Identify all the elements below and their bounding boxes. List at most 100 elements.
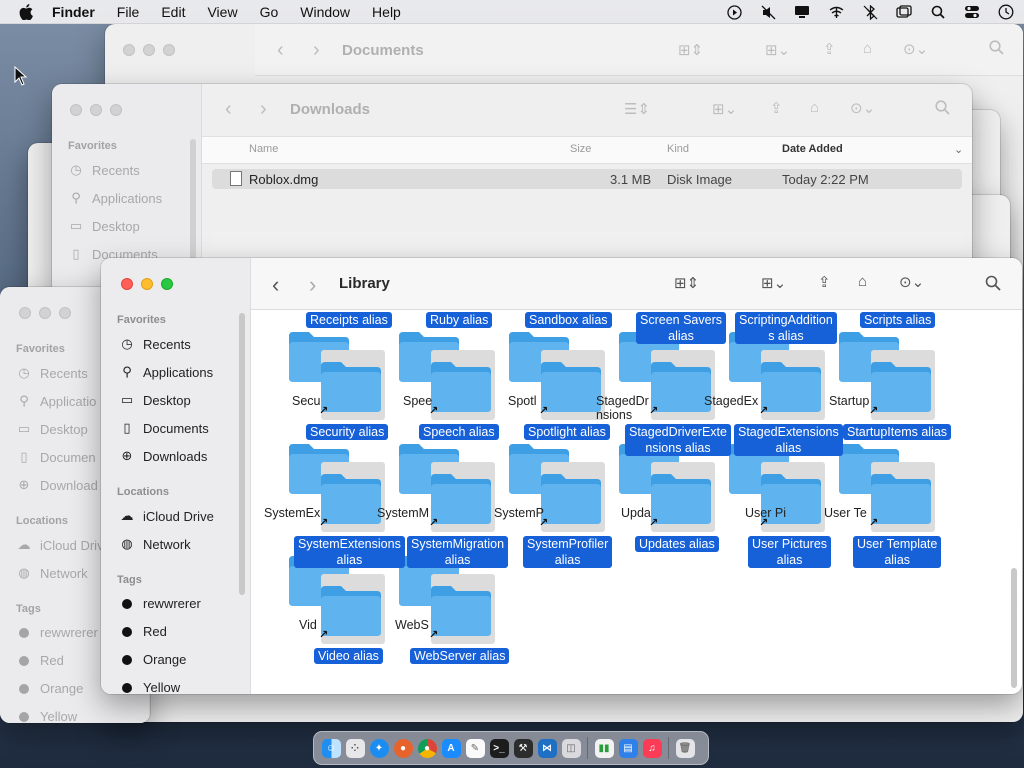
selected-file-label[interactable]: StagedDriverExte nsions alias xyxy=(625,424,731,456)
selected-file-label[interactable]: SystemMigration alias xyxy=(407,536,509,568)
apple-menu-icon[interactable] xyxy=(18,3,34,20)
sidebar-tag[interactable]: Orange xyxy=(16,681,83,696)
sidebar-tag[interactable]: Red xyxy=(16,653,64,668)
selected-file-label[interactable]: Video alias xyxy=(314,648,383,664)
tag-icon[interactable]: ⌂ xyxy=(810,99,819,116)
selected-file-label[interactable]: StartupItems alias xyxy=(843,424,952,440)
share-icon[interactable]: ⇪ xyxy=(818,273,831,291)
column-size[interactable]: Size xyxy=(570,143,591,155)
forward-icon[interactable]: › xyxy=(309,272,316,298)
share-icon[interactable]: ⇪ xyxy=(770,99,783,117)
content-scrollbar[interactable] xyxy=(1011,568,1017,688)
selected-file-label[interactable]: User Pictures alias xyxy=(748,536,832,568)
group-icon[interactable]: ⊞⌄ xyxy=(712,100,737,118)
sidebar-item-network[interactable]: ◍ Network xyxy=(16,565,87,581)
sidebar-tag[interactable]: rewwrerer xyxy=(16,625,98,640)
xcode-icon[interactable]: ⚒ xyxy=(513,738,533,758)
more-icon[interactable]: ⊙⌄ xyxy=(903,40,928,58)
sidebar-tag-orange[interactable]: Orange xyxy=(119,652,186,667)
tag-icon[interactable]: ⌂ xyxy=(863,40,872,57)
preview-icon[interactable]: ◫ xyxy=(561,738,581,758)
sidebar-item-recents[interactable]: ◷ Recents xyxy=(16,365,87,381)
vscode-icon[interactable]: ⋈ xyxy=(537,738,557,758)
sort-chevron-icon[interactable]: ⌄ xyxy=(954,143,963,156)
back-icon[interactable]: ‹ xyxy=(272,272,279,298)
sidebar-item-downloads[interactable]: ⊕ Downloads xyxy=(119,448,208,464)
safari-icon[interactable]: ✦ xyxy=(369,738,389,758)
firefox-icon[interactable]: ● xyxy=(393,738,413,758)
minimize-button[interactable] xyxy=(141,278,153,290)
display-icon[interactable] xyxy=(792,2,812,22)
mute-icon[interactable] xyxy=(758,2,778,22)
menu-window[interactable]: Window xyxy=(300,4,350,20)
terminal-icon[interactable]: >_ xyxy=(489,738,509,758)
menu-view[interactable]: View xyxy=(207,4,237,20)
selected-file-label[interactable]: SystemExtensions alias xyxy=(294,536,405,568)
forward-icon[interactable]: › xyxy=(313,39,320,62)
menu-go[interactable]: Go xyxy=(260,4,279,20)
window-controls[interactable] xyxy=(19,307,79,319)
sidebar-tag-rewwrerer[interactable]: rewwrerer xyxy=(119,596,201,611)
list-view-icon[interactable]: ☰⇕ xyxy=(624,100,650,118)
window-controls[interactable] xyxy=(70,104,130,116)
library-window[interactable]: ‹ › Library ⊞⇕ ⊞⌄ ⇪ ⌂ ⊙⌄ Favorites ◷ Rece… xyxy=(101,258,1022,694)
column-name[interactable]: Name xyxy=(249,143,278,155)
selected-file-label[interactable]: Speech alias xyxy=(419,424,499,440)
sidebar-scrollbar[interactable] xyxy=(239,313,245,595)
selected-file-label[interactable]: Receipts alias xyxy=(306,312,392,328)
menu-help[interactable]: Help xyxy=(372,4,401,20)
menu-finder[interactable]: Finder xyxy=(52,4,95,20)
back-icon[interactable]: ‹ xyxy=(225,98,232,121)
icon-view-icon[interactable]: ⊞⇕ xyxy=(674,274,699,292)
sidebar-item-desktop[interactable]: ▭ Desktop xyxy=(119,392,191,408)
search-icon[interactable] xyxy=(928,2,948,22)
wifi-off-icon[interactable] xyxy=(826,2,846,22)
column-date-added[interactable]: Date Added xyxy=(782,143,843,155)
group-icon[interactable]: ⊞⌄ xyxy=(761,274,786,292)
sidebar-item-recents[interactable]: ◷ Recents xyxy=(68,162,139,178)
sidebar-tag[interactable]: Yellow xyxy=(16,709,77,723)
menu-edit[interactable]: Edit xyxy=(161,4,185,20)
tag-icon[interactable]: ⌂ xyxy=(858,273,867,290)
clock-icon[interactable] xyxy=(996,2,1016,22)
textedit-icon[interactable]: ✎ xyxy=(465,738,485,758)
window-switch-icon[interactable] xyxy=(894,2,914,22)
keynote-icon[interactable]: ▤ xyxy=(618,738,638,758)
sidebar-item-applications[interactable]: ⚲ Applications xyxy=(119,364,213,380)
launchpad-icon[interactable]: ⁘ xyxy=(345,738,365,758)
app-store-icon[interactable]: A xyxy=(441,738,461,758)
sidebar-item-documents[interactable]: ▯ Documen xyxy=(16,449,95,465)
selected-file-label[interactable]: SystemProfiler alias xyxy=(523,536,613,568)
more-icon[interactable]: ⊙⌄ xyxy=(850,99,875,117)
sidebar-item-icloud[interactable]: ☁ iCloud Driv xyxy=(16,537,104,553)
sidebar-tag-yellow[interactable]: Yellow xyxy=(119,680,180,694)
selected-file-label[interactable]: Screen Savers alias xyxy=(636,312,726,344)
bluetooth-off-icon[interactable] xyxy=(860,2,880,22)
selected-file-label[interactable]: Scripts alias xyxy=(860,312,936,328)
icon-view-icon[interactable]: ⊞⇕ xyxy=(678,41,703,59)
group-icon[interactable]: ⊞⌄ xyxy=(765,41,790,59)
play-circle-icon[interactable] xyxy=(724,2,744,22)
share-icon[interactable]: ⇪ xyxy=(823,40,836,58)
selected-file-label[interactable]: ScriptingAddition s alias xyxy=(735,312,837,344)
music-icon[interactable]: ♫ xyxy=(642,738,662,758)
search-icon[interactable] xyxy=(935,100,950,115)
back-icon[interactable]: ‹ xyxy=(277,39,284,62)
trash-icon[interactable]: 🗑 xyxy=(675,738,695,758)
more-icon[interactable]: ⊙⌄ xyxy=(899,273,924,291)
sidebar-item-desktop[interactable]: ▭ Desktop xyxy=(68,218,140,234)
selected-file-label[interactable]: WebServer alias xyxy=(410,648,510,664)
selected-file-label[interactable]: User Template alias xyxy=(853,536,942,568)
selected-file-label[interactable]: Ruby alias xyxy=(426,312,493,328)
forward-icon[interactable]: › xyxy=(260,98,267,121)
selected-file-label[interactable]: Updates alias xyxy=(635,536,719,552)
window-controls[interactable] xyxy=(123,44,183,56)
sidebar-item-applications[interactable]: ⚲ Applicatio xyxy=(16,393,96,409)
sidebar-item-recents[interactable]: ◷ Recents xyxy=(119,336,190,352)
chrome-icon[interactable]: ● xyxy=(417,738,437,758)
sidebar-item-applications[interactable]: ⚲ Applications xyxy=(68,190,162,206)
menu-file[interactable]: File xyxy=(117,4,140,20)
sidebar-item-icloud-drive[interactable]: ☁ iCloud Drive xyxy=(119,508,214,524)
column-kind[interactable]: Kind xyxy=(667,143,689,155)
finder-icon[interactable]: ☺ xyxy=(321,738,341,758)
